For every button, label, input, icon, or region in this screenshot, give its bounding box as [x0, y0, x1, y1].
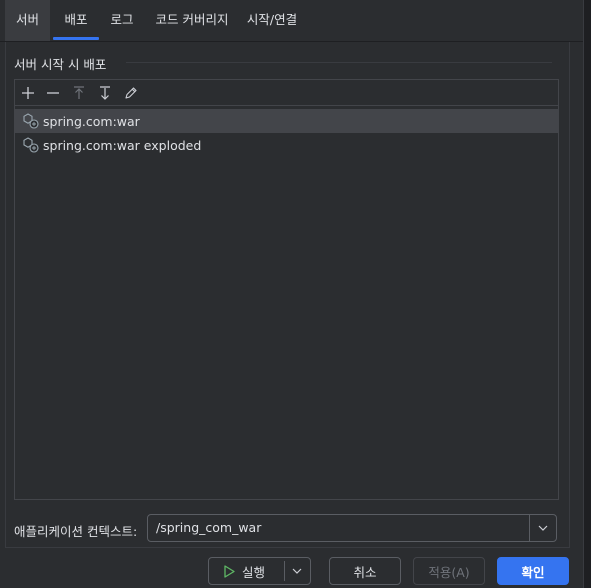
editor-edge-strip [583, 0, 591, 588]
run-split-divider [284, 561, 285, 581]
move-up-icon[interactable] [68, 82, 90, 104]
tab-code-coverage[interactable]: 코드 커버리지 [148, 0, 236, 41]
list-item-label: spring.com:war [43, 113, 140, 129]
list-item-war-exploded[interactable]: spring.com:war exploded [15, 133, 558, 157]
add-icon[interactable] [17, 82, 39, 104]
list-toolbar [15, 80, 558, 106]
run-split-button[interactable]: 실행 [208, 557, 311, 585]
tab-server[interactable]: 서버 [5, 0, 50, 41]
play-icon [224, 564, 235, 578]
selected-tab-indicator [53, 37, 99, 40]
application-context-value[interactable]: /spring_com_war [156, 515, 261, 541]
tab-deployment[interactable]: 배포 [53, 0, 99, 41]
move-down-icon[interactable] [94, 82, 116, 104]
section-divider [126, 62, 552, 63]
artifact-icon [23, 113, 39, 129]
list-item-war[interactable]: spring.com:war [15, 109, 558, 133]
apply-button[interactable]: 적용(A) [413, 557, 485, 585]
section-title: 서버 시작 시 배포 [14, 57, 107, 72]
cancel-button[interactable]: 취소 [329, 557, 401, 585]
application-context-combobox[interactable]: /spring_com_war [147, 514, 557, 542]
tab-bar: 서버 배포 로그 코드 커버리지 시작/연결 [0, 0, 583, 42]
chevron-down-icon[interactable] [530, 515, 556, 541]
edit-icon[interactable] [120, 82, 142, 104]
ok-button[interactable]: 확인 [497, 557, 569, 585]
chevron-down-icon[interactable] [292, 568, 302, 574]
run-button-label: 실행 [242, 564, 266, 580]
remove-icon[interactable] [42, 82, 64, 104]
tab-startup-connection[interactable]: 시작/연결 [240, 0, 304, 41]
list-item-label: spring.com:war exploded [43, 137, 202, 153]
artifact-icon [23, 137, 39, 153]
tab-logs[interactable]: 로그 [101, 0, 143, 41]
application-context-label: 애플리케이션 컨텍스트: [14, 524, 138, 539]
